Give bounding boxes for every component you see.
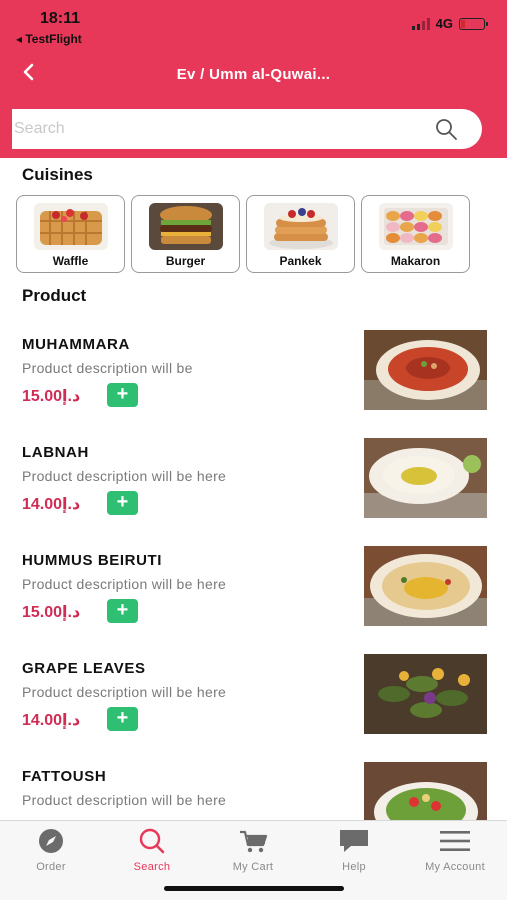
product-item-muhammara[interactable]: MUHAMMARA Product description will be 15… [0,330,507,436]
tab-help[interactable]: Help [304,827,404,873]
compass-icon [39,829,63,853]
tab-label: Order [36,861,66,873]
search-bar[interactable] [12,109,482,149]
pancake-image [264,203,338,250]
cuisine-card-waffle[interactable]: Waffle [16,195,125,273]
macaron-image [379,203,453,250]
waffle-image [34,203,108,250]
cuisine-label: Burger [165,254,206,268]
product-description: Product description will be here [22,576,227,592]
cart-icon [240,830,268,853]
product-name: LABNAH [22,444,89,461]
testflight-back-link[interactable]: ◂ TestFlight [16,32,82,46]
status-indicators: 4G [411,16,488,31]
status-time: 18:11 [40,10,81,27]
cuisine-label: Waffle [52,254,89,268]
product-image[interactable] [364,438,487,518]
tab-label: My Cart [232,861,274,873]
product-image[interactable] [364,546,487,626]
product-price: 15.00د.إ [22,604,81,621]
search-icon[interactable] [434,117,458,141]
product-item-hummus-beiruti[interactable]: HUMMUS BEIRUTI Product description will … [0,546,507,652]
product-price: 15.00د.إ [22,388,81,405]
product-name: HUMMUS BEIRUTI [22,552,163,569]
app-header: 18:11 ◂ TestFlight 4G Ev / Umm al-Quwai.… [0,0,507,158]
tab-my-account[interactable]: My Account [405,827,505,873]
add-to-cart-button[interactable]: + [107,599,138,623]
burger-image [149,203,223,250]
tab-label: My Account [425,861,485,873]
cuisine-label: Pankek [279,254,322,268]
search-icon [139,828,165,854]
add-to-cart-button[interactable]: + [107,707,138,731]
network-type: 4G [435,16,453,31]
search-input[interactable] [12,120,412,138]
product-name: MUHAMMARA [22,336,130,353]
product-item-grape-leaves[interactable]: GRAPE LEAVES Product description will be… [0,654,507,760]
product-description: Product description will be [22,360,193,376]
menu-icon [440,831,470,851]
cuisine-card-pankek[interactable]: Pankek [246,195,355,273]
battery-icon [459,17,488,30]
cuisine-label: Makaron [390,254,441,268]
product-title: Product [22,286,87,305]
product-item-labnah[interactable]: LABNAH Product description will be here … [0,438,507,544]
product-name: GRAPE LEAVES [22,660,146,677]
tab-order[interactable]: Order [1,827,101,873]
battery-level [461,19,465,28]
home-indicator [164,886,344,891]
cuisine-list: Waffle Burger Pankek Makaron [16,195,470,273]
cuisine-card-makaron[interactable]: Makaron [361,195,470,273]
chat-bubble-icon [340,830,368,852]
product-name: FATTOUSH [22,768,107,785]
product-description: Product description will be here [22,684,227,700]
product-image[interactable] [364,654,487,734]
page-title: Ev / Umm al-Quwai... [176,66,331,83]
signal-icon [411,17,430,30]
add-to-cart-button[interactable]: + [107,491,138,515]
product-image[interactable] [364,330,487,410]
cuisines-title: Cuisines [22,165,93,184]
product-description: Product description will be here [22,792,227,808]
product-price: 14.00د.إ [22,712,81,729]
tab-search[interactable]: Search [102,827,202,873]
product-price: 14.00د.إ [22,496,81,513]
product-description: Product description will be here [22,468,227,484]
tab-my-cart[interactable]: My Cart [203,827,303,873]
add-to-cart-button[interactable]: + [107,383,138,407]
tab-label: Help [342,861,366,873]
cuisine-card-burger[interactable]: Burger [131,195,240,273]
tab-label: Search [133,861,171,873]
